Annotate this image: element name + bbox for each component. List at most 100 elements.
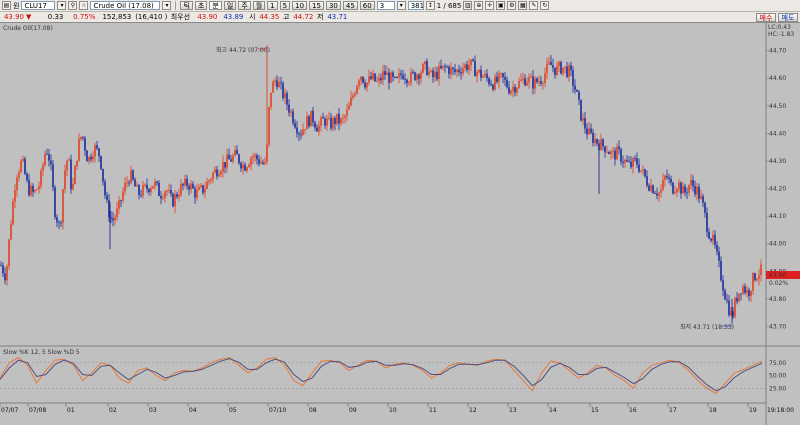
low-price: 43.71 xyxy=(327,13,348,21)
interval-5-button[interactable]: 5 xyxy=(279,1,291,10)
candle-body xyxy=(436,71,438,80)
candle-body xyxy=(146,184,148,189)
candle-body xyxy=(514,86,516,93)
interval-30-button[interactable]: 30 xyxy=(325,1,341,10)
candle-body xyxy=(684,186,686,193)
candle-body xyxy=(672,182,674,194)
candle-body xyxy=(476,72,478,77)
price-tick-label: 43.70 xyxy=(769,323,786,330)
candle-body xyxy=(360,76,362,81)
price-tick-label: 44.60 xyxy=(769,75,786,82)
stochastic-axis-label: 50.00 xyxy=(769,373,786,380)
candle-body xyxy=(428,71,430,75)
settings-icon[interactable]: ⚙ xyxy=(507,1,517,10)
candle-body xyxy=(38,186,40,190)
candle-body xyxy=(194,188,196,198)
star-icon[interactable]: ☆ xyxy=(79,1,89,10)
candle-body xyxy=(118,200,120,209)
candle-body xyxy=(714,234,716,245)
period-minute-button[interactable]: 분 xyxy=(209,1,222,10)
time-tick-label: 05 xyxy=(229,407,237,414)
candle-body xyxy=(368,76,370,83)
candle-body xyxy=(212,172,214,180)
price-tick-label: 44.20 xyxy=(769,186,786,193)
candle-body xyxy=(378,77,380,81)
candle-body xyxy=(140,194,142,196)
candle-body xyxy=(232,155,234,162)
time-tick-label: 01 xyxy=(67,407,75,414)
period-month-button[interactable]: 월 xyxy=(252,1,266,10)
candle-body xyxy=(702,196,704,203)
candle-body xyxy=(616,146,618,160)
candle-body xyxy=(332,118,334,129)
candle-body xyxy=(486,73,488,79)
interval-10-button[interactable]: 10 xyxy=(292,1,308,10)
candle-body xyxy=(666,175,668,178)
search-icon[interactable]: ⚲ xyxy=(68,1,78,10)
candle-body xyxy=(32,185,34,192)
time-tick-label: 03 xyxy=(149,407,157,414)
candle-body xyxy=(270,92,272,108)
chevron-down-icon[interactable]: ▾ xyxy=(57,1,67,10)
refresh-icon[interactable]: ↻ xyxy=(540,1,550,10)
period-day-button[interactable]: 일 xyxy=(223,1,237,10)
stochastic-axis-label: 25.00 xyxy=(769,385,786,392)
candle-body xyxy=(542,83,544,84)
candle-body xyxy=(198,186,200,190)
candle-body xyxy=(536,78,538,83)
time-tick-label: 17 xyxy=(669,407,677,414)
candle-body xyxy=(654,193,656,194)
candle-body xyxy=(96,145,98,149)
candle-body xyxy=(492,84,494,90)
menu-icon[interactable]: ▤ xyxy=(2,1,11,10)
product-name-field[interactable]: Crude Oil (17.08) xyxy=(90,1,161,10)
candle-body xyxy=(330,117,332,129)
interval-60-button[interactable]: 60 xyxy=(359,1,375,10)
chart-area[interactable]: Crude Oil(17.08) LC:0.43 HC:-1.83 44.70 4… xyxy=(0,23,800,425)
time-tick-label: 19 xyxy=(749,407,757,414)
candle-body xyxy=(662,179,664,190)
candle-body xyxy=(620,149,622,162)
candle-body xyxy=(508,87,510,94)
buy-button[interactable]: 매수 xyxy=(756,12,776,22)
interval-15-button[interactable]: 15 xyxy=(309,1,324,10)
interval-45-button[interactable]: 45 xyxy=(342,1,358,10)
candle-body xyxy=(394,76,396,78)
zoom-icon[interactable]: ⊕ xyxy=(474,1,484,10)
interval-1-button[interactable]: 1 xyxy=(267,1,278,10)
crosshair-icon[interactable]: ✛ xyxy=(485,1,495,10)
price-tick-label: 44.70 xyxy=(769,48,786,55)
interval-count-input[interactable]: 3 xyxy=(376,1,395,10)
bid-price: 43.90 xyxy=(197,13,218,21)
candle-body xyxy=(396,76,398,78)
chevron-down-icon[interactable]: ▾ xyxy=(396,1,406,10)
candle-body xyxy=(170,190,172,194)
spinner-icon[interactable]: ↕ xyxy=(425,1,435,10)
period-week-button[interactable]: 주 xyxy=(238,1,251,10)
candle-body xyxy=(138,185,140,195)
candle-body xyxy=(224,162,226,168)
candle-body xyxy=(62,189,64,223)
candle-body xyxy=(410,71,412,83)
candle-body xyxy=(42,165,44,171)
candle-body xyxy=(280,82,282,84)
candle-body xyxy=(674,191,676,194)
candle-body xyxy=(200,185,202,187)
candle-body xyxy=(742,286,744,294)
candle-body xyxy=(364,82,366,88)
period-tick-button[interactable]: 틱 xyxy=(180,1,193,10)
symbol-code-input[interactable]: CLU17 xyxy=(21,1,56,10)
period-second-button[interactable]: 초 xyxy=(194,1,208,10)
high-label: 고 xyxy=(282,13,290,21)
sell-button[interactable]: 매도 xyxy=(778,12,798,22)
candle-body xyxy=(70,159,72,190)
grid-icon[interactable]: ▦ xyxy=(518,1,528,10)
chart-type-icon[interactable]: ▥ xyxy=(463,1,473,10)
pin-icon[interactable]: ✎ xyxy=(529,1,539,10)
display-count-input[interactable]: 381 xyxy=(407,1,424,10)
lock-icon[interactable]: ▣ xyxy=(496,1,506,10)
candle-body xyxy=(284,93,286,99)
chevron-down-icon[interactable]: ▾ xyxy=(162,1,172,10)
candle-body xyxy=(294,122,296,128)
candle-body xyxy=(306,116,308,130)
